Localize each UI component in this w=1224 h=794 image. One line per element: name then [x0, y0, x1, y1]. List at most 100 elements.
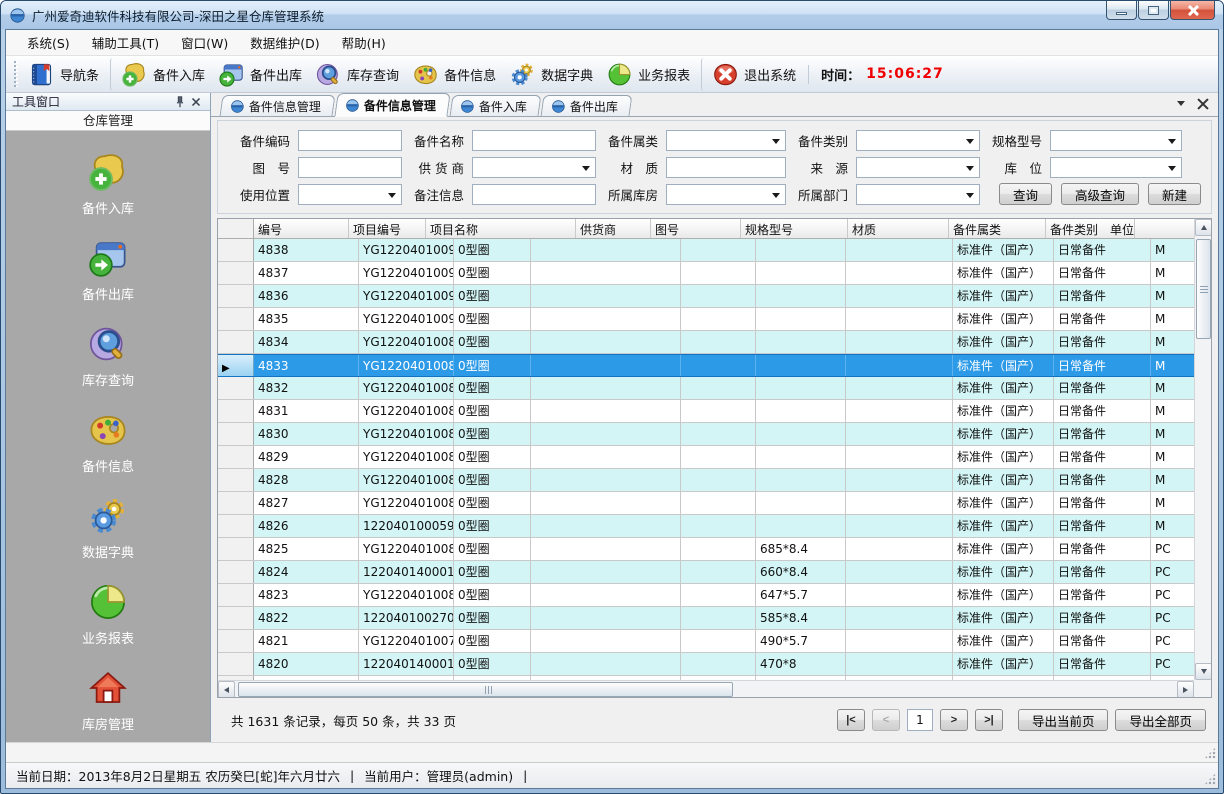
table-row[interactable]: 4832 YG12204010087 0型圈 标准件（国产） 日常备件 — [218, 377, 1194, 400]
table-row[interactable]: 4828 YG12204010083 0型圈 标准件（国产） 日常备件 — [218, 469, 1194, 492]
resize-grip-icon[interactable] — [1204, 747, 1216, 759]
vertical-scrollbar[interactable] — [1194, 219, 1211, 680]
row-selector-cell[interactable] — [218, 377, 254, 399]
column-header[interactable]: 编号 — [254, 219, 349, 238]
toolbar-gripper[interactable] — [14, 61, 19, 87]
close-button[interactable] — [1170, 1, 1215, 20]
tab[interactable]: 备件信息管理 — [220, 95, 336, 116]
column-header[interactable]: 备件类别 — [1046, 219, 1106, 238]
row-selector-cell[interactable] — [218, 492, 254, 514]
menu-item[interactable]: 辅助工具(T) — [81, 29, 170, 56]
source-select[interactable] — [856, 157, 980, 178]
toolbar-button[interactable]: 备件出库 — [213, 58, 310, 91]
column-header[interactable]: 规格型号 — [741, 219, 848, 238]
menu-item[interactable]: 系统(S) — [16, 29, 81, 56]
export-all-pages-button[interactable]: 导出全部页 — [1115, 709, 1206, 731]
row-selector-cell[interactable] — [218, 561, 254, 583]
column-header[interactable]: 材质 — [848, 219, 949, 238]
advanced-query-button[interactable]: 高级查询 — [1061, 183, 1139, 205]
remark-input[interactable] — [472, 184, 596, 205]
material-input[interactable] — [666, 157, 786, 178]
warehouse-select[interactable] — [666, 184, 786, 205]
part-code-input[interactable] — [298, 130, 402, 151]
new-button[interactable]: 新建 — [1148, 183, 1201, 205]
row-selector-cell[interactable] — [218, 538, 254, 560]
column-header[interactable]: 项目编号 — [349, 219, 426, 238]
toolbar-button[interactable]: 数据字典 — [504, 58, 601, 91]
row-selector-cell[interactable] — [218, 400, 254, 422]
row-selector-cell[interactable] — [218, 331, 254, 353]
row-selector-cell[interactable] — [218, 262, 254, 284]
row-selector-cell[interactable] — [218, 285, 254, 307]
part-genus-select[interactable] — [666, 130, 786, 151]
horizontal-scroll-thumb[interactable] — [238, 682, 733, 697]
toolbar-button[interactable]: 备件信息 — [407, 58, 504, 91]
sidebar-item[interactable]: 数据字典 — [38, 491, 178, 565]
table-row[interactable]: 4833 YG12204010088 0型圈 标准件（国产） 日常备件 — [218, 354, 1194, 377]
vertical-scroll-thumb[interactable] — [1196, 239, 1211, 339]
table-row[interactable]: 4831 YG12204010086 0型圈 标准件（国产） 日常备件 — [218, 400, 1194, 423]
panel-close-button[interactable] — [188, 94, 204, 110]
toolbar-button[interactable]: 导航条 — [23, 58, 107, 91]
row-selector-cell[interactable] — [218, 515, 254, 537]
column-header[interactable]: 项目名称 — [426, 219, 576, 238]
table-row[interactable]: 4823 YG12204010080 0型圈 647*5.7 标准件（国产） 日… — [218, 584, 1194, 607]
menu-item[interactable]: 帮助(H) — [331, 29, 397, 56]
row-selector-cell[interactable] — [218, 308, 254, 330]
scroll-up-button[interactable] — [1195, 219, 1212, 236]
column-header[interactable]: 图号 — [651, 219, 741, 238]
row-selector-cell[interactable] — [218, 423, 254, 445]
horizontal-scrollbar[interactable] — [218, 680, 1194, 697]
toolbar-button[interactable]: 备件入库 — [110, 58, 213, 91]
row-selector-cell[interactable] — [218, 607, 254, 629]
tab[interactable]: 备件出库 — [541, 95, 633, 116]
sidebar-item[interactable]: 业务报表 — [38, 577, 178, 651]
table-row[interactable]: 4835 YG12204010090 0型圈 标准件（国产） 日常备件 — [218, 308, 1194, 331]
table-row[interactable]: 4825 YG12204010081 0型圈 685*8.4 标准件（国产） 日… — [218, 538, 1194, 561]
part-name-input[interactable] — [472, 130, 596, 151]
menu-item[interactable]: 数据维护(D) — [239, 29, 330, 56]
drawing-no-input[interactable] — [298, 157, 402, 178]
table-row[interactable]: 4826 1220401000599 0型圈 标准件（国产） 日常备件 — [218, 515, 1194, 538]
prev-page-button[interactable]: < — [872, 709, 900, 731]
chevron-down-icon[interactable] — [1177, 101, 1185, 110]
next-page-button[interactable]: > — [940, 709, 968, 731]
row-selector-cell[interactable] — [218, 469, 254, 491]
spec-model-select[interactable] — [1050, 130, 1182, 151]
table-row[interactable]: 4820 1220401400013 0型圈 470*8 标准件（国产） 日常备… — [218, 653, 1194, 676]
table-row[interactable]: 4834 YG12204010089 0型圈 标准件（国产） 日常备件 — [218, 331, 1194, 354]
minimize-button[interactable] — [1106, 1, 1137, 20]
table-row[interactable]: 4821 YG12204010079 0型圈 490*5.7 标准件（国产） 日… — [218, 630, 1194, 653]
row-selector-cell[interactable] — [218, 653, 254, 675]
table-row[interactable]: 4822 1220401002700 0型圈 585*8.4 标准件（国产） 日… — [218, 607, 1194, 630]
sidebar-item[interactable]: 备件出库 — [38, 233, 178, 307]
table-row[interactable]: 4827 YG12204010082 0型圈 标准件（国产） 日常备件 — [218, 492, 1194, 515]
toolbar-button[interactable]: 库存查询 — [310, 58, 407, 91]
row-selector-cell[interactable] — [218, 630, 254, 652]
maximize-button[interactable] — [1138, 1, 1169, 20]
sidebar-item[interactable]: 库房管理 — [38, 663, 178, 737]
scroll-right-button[interactable] — [1177, 681, 1194, 698]
table-row[interactable]: 4836 YG12204010091 0型圈 标准件（国产） 日常备件 — [218, 285, 1194, 308]
toolbar-button[interactable]: 退出系统 — [701, 58, 804, 91]
query-button[interactable]: 查询 — [999, 183, 1052, 205]
last-page-button[interactable]: >| — [975, 709, 1003, 731]
row-selector-cell[interactable] — [218, 584, 254, 606]
sidebar-item[interactable]: 备件入库 — [38, 147, 178, 221]
tab[interactable]: 备件入库 — [450, 95, 542, 116]
page-number-input[interactable]: 1 — [907, 709, 933, 731]
menu-item[interactable]: 窗口(W) — [170, 29, 239, 56]
sidebar-item[interactable]: 库存查询 — [38, 319, 178, 393]
tab-close-icon[interactable] — [1197, 98, 1208, 109]
title-bar[interactable]: 广州爱奇迪软件科技有限公司-深田之星仓库管理系统 — [1, 1, 1223, 29]
first-page-button[interactable]: |< — [837, 709, 865, 731]
table-row[interactable]: 4837 YG12204010092 0型圈 标准件（国产） 日常备件 — [218, 262, 1194, 285]
row-selector-cell[interactable] — [218, 355, 254, 376]
column-header[interactable]: 单位 — [1106, 219, 1135, 238]
location-select[interactable] — [1050, 157, 1182, 178]
pin-button[interactable] — [172, 94, 188, 110]
toolbar-button[interactable]: 业务报表 — [601, 58, 698, 91]
supplier-select[interactable] — [472, 157, 596, 178]
part-category-select[interactable] — [856, 130, 980, 151]
table-row[interactable]: 4838 YG12204010093 0型圈 标准件（国产） 日常备件 — [218, 239, 1194, 262]
